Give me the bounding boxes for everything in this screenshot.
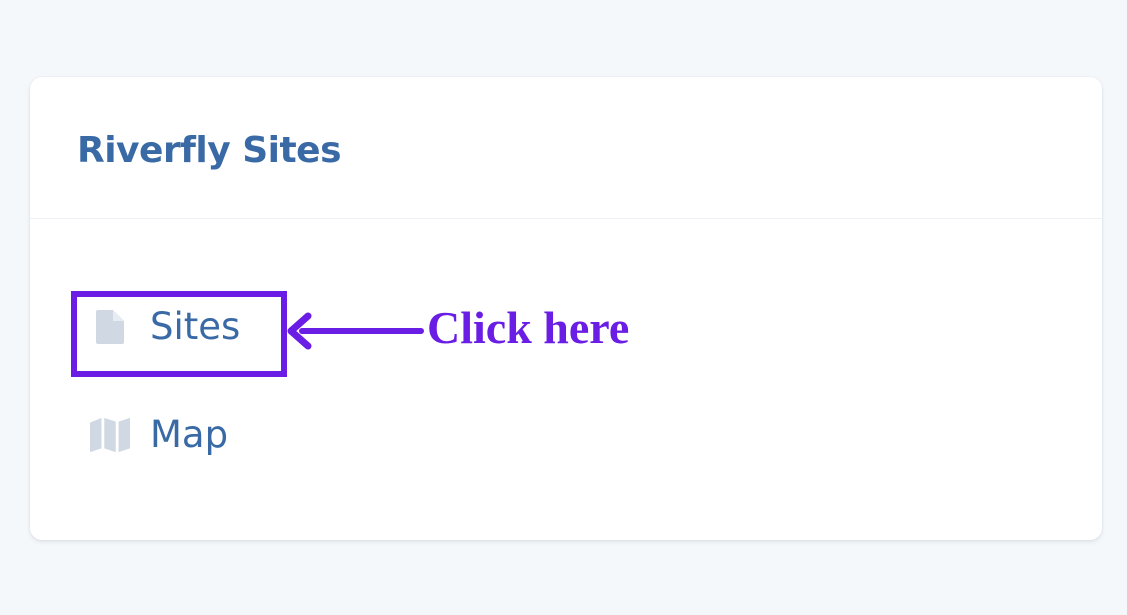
nav-item-map[interactable]: Map: [90, 411, 228, 459]
annotation-text: Click here: [427, 302, 630, 353]
card-title: Riverfly Sites: [77, 130, 342, 171]
card-header: Riverfly Sites: [30, 77, 1102, 219]
map-icon: [90, 415, 130, 455]
highlight-box: [71, 291, 287, 377]
nav-item-map-label: Map: [150, 413, 229, 456]
arrow-left-icon: [287, 312, 424, 350]
